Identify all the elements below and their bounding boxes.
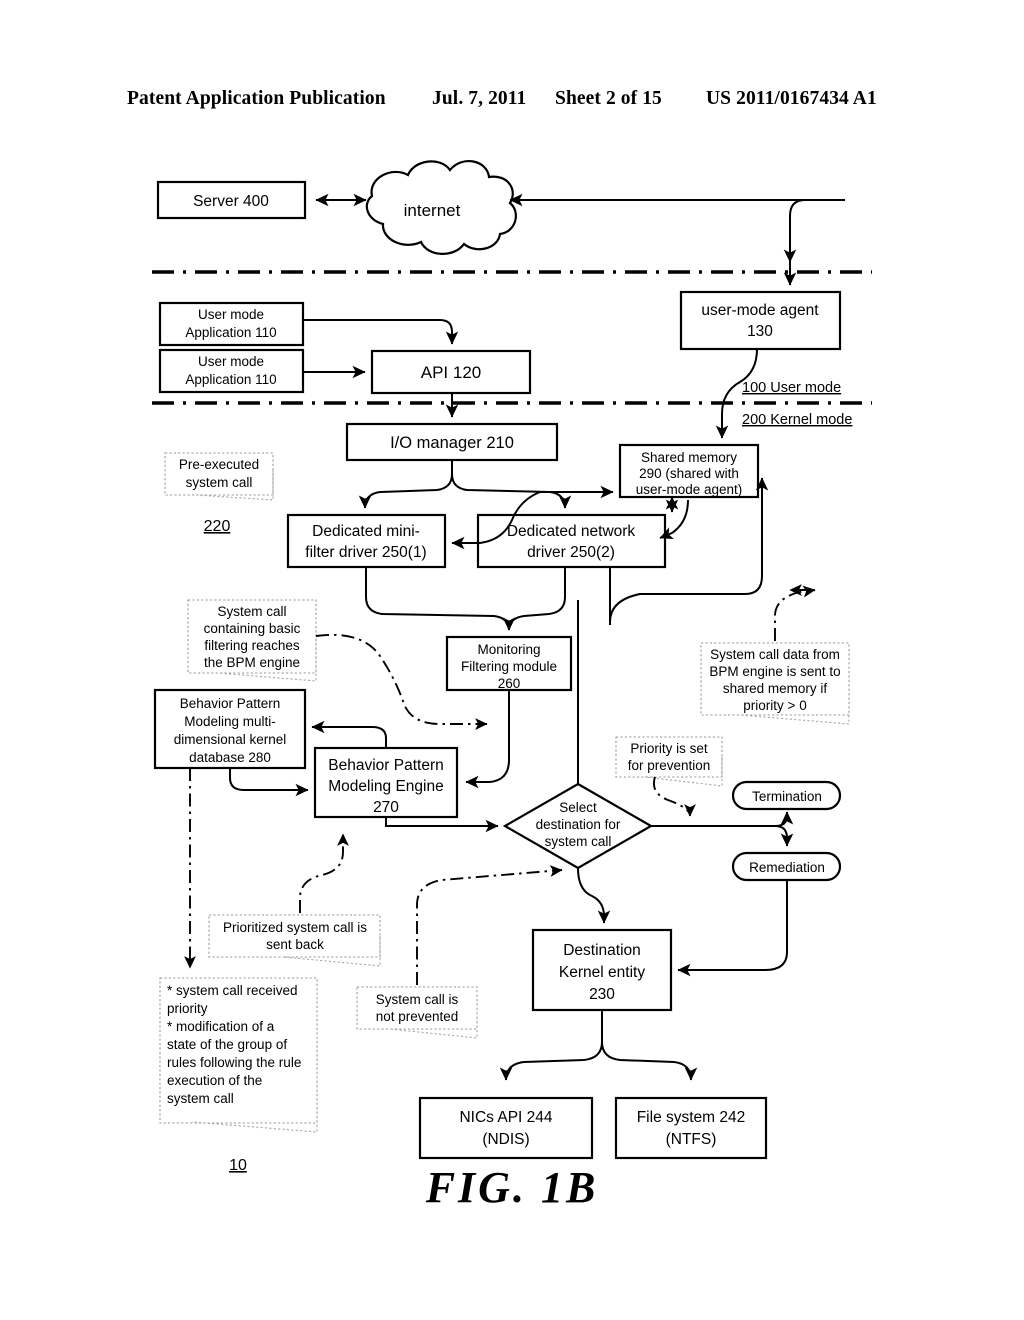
edge-destination-to-filesystem (601, 1010, 698, 1081)
node-nics-api-line1: NICs API 244 (459, 1109, 552, 1126)
annotation-received-priority-line6: execution of the (167, 1073, 262, 1088)
node-bpm-db-line3: dimensional kernel (174, 732, 287, 747)
node-remediation-label: Remediation (749, 860, 825, 875)
node-destination-line3: 230 (589, 986, 615, 1003)
node-nics-api-244[interactable] (418, 1096, 594, 1160)
annotation-basic-filtering-line1: System call (217, 604, 286, 619)
node-monitoring-line3: 260 (498, 676, 521, 691)
annotation-pre-executed-line1: Pre-executed (179, 457, 259, 472)
node-network-driver-line1: Dedicated network (507, 523, 636, 540)
node-api-120-label: API 120 (421, 363, 482, 382)
patent-figure-page: Patent Application Publication Jul. 7, 2… (0, 0, 1024, 1320)
annotation-received-priority-line3: * modification of a (167, 1019, 275, 1034)
edge-destination-to-nics (499, 1010, 603, 1081)
annotation-prioritized-line2: sent back (266, 937, 324, 952)
annotation-bpm-shared-line3: shared memory if (723, 681, 828, 696)
node-nics-api-line2: (NDIS) (482, 1131, 529, 1148)
node-shared-memory-290-line2: 290 (shared with (639, 466, 739, 481)
node-shared-memory-290-line3: user-mode agent) (636, 482, 743, 497)
edge-decision-to-destination (577, 867, 611, 924)
node-user-mode-agent-130[interactable] (679, 290, 842, 351)
annotation-pre-executed-ref: 220 (204, 518, 231, 535)
annotation-basic-filtering-line2: containing basic (204, 621, 301, 636)
annotation-priority-prevention-line1: Priority is set (630, 741, 708, 756)
node-user-mode-application-1-line1: User mode (198, 307, 264, 322)
annotation-priority-prevention-line2: for prevention (628, 758, 711, 773)
node-file-system-242[interactable] (614, 1096, 768, 1160)
edge-bpm-engine-to-decision (385, 817, 499, 833)
leader-bpm-shared-memory (774, 585, 816, 641)
edge-remediation-to-destination (677, 880, 788, 977)
node-user-mode-application-2-line2: Application 110 (185, 372, 276, 387)
node-mini-filter-driver-line1: Dedicated mini- (312, 523, 420, 540)
edge-monitoring-to-bpm-engine (465, 690, 510, 789)
edge-branch-to-termination (774, 811, 794, 827)
node-shared-memory-290-line1: Shared memory (641, 450, 737, 465)
edge-minifilter-to-monitoring (365, 567, 516, 631)
node-decision-line2: destination for (536, 817, 621, 832)
node-io-manager-210-label: I/O manager 210 (390, 434, 514, 452)
annotation-received-priority-line7: system call (167, 1091, 234, 1106)
edge-agent-to-internet (783, 199, 840, 263)
node-decision-line3: system call (545, 834, 612, 849)
flowchart-diagram: 100 User mode 200 Kernel mode Server 400… (152, 160, 872, 1174)
node-user-mode-agent-130-line1: user-mode agent (701, 302, 819, 319)
annotation-received-priority-line4: state of the group of (167, 1037, 287, 1052)
annotation-basic-filtering-line4: the BPM engine (204, 655, 300, 670)
node-destination-line2: Kernel entity (559, 964, 645, 981)
edge-io-to-minifilter (358, 460, 453, 509)
edge-database-to-bpm-engine (229, 768, 309, 797)
node-file-system-line1: File system 242 (637, 1109, 746, 1126)
annotation-not-prevented-line1: System call is (376, 992, 459, 1007)
node-user-mode-agent-130-line2: 130 (747, 323, 773, 340)
annotation-bpm-shared-line1: System call data from (710, 647, 840, 662)
node-decision-line1: Select (559, 800, 597, 815)
annotation-bpm-shared-line4: priority > 0 (743, 698, 806, 713)
label-user-mode: 100 User mode (742, 380, 841, 396)
node-server-400-label: Server 400 (193, 193, 269, 210)
annotation-received-priority-line5: rules following the rule (167, 1055, 301, 1070)
node-user-mode-application-2-line1: User mode (198, 354, 264, 369)
annotation-basic-filtering-line3: filtering reaches (204, 638, 300, 653)
edge-network-to-monitoring (502, 567, 566, 631)
node-destination-line1: Destination (563, 942, 641, 959)
edge-branch-to-remediation (774, 825, 794, 847)
node-internet-label: internet (404, 201, 461, 220)
annotation-received-priority-line2: priority (167, 1001, 208, 1016)
edge-bpm-engine-to-database (311, 720, 387, 748)
leader-priority-prevention (652, 776, 696, 817)
node-file-system-line2: (NTFS) (666, 1131, 717, 1148)
node-bpm-engine-line1: Behavior Pattern (328, 757, 443, 774)
node-monitoring-line2: Filtering module (461, 659, 557, 674)
node-termination-label: Termination (752, 789, 822, 804)
edge-io-to-network (451, 460, 572, 509)
label-kernel-mode: 200 Kernel mode (742, 412, 852, 428)
annotation-not-prevented-line2: not prevented (376, 1009, 459, 1024)
node-user-mode-application-1-line2: Application 110 (185, 325, 276, 340)
edge-app1-to-api (303, 319, 459, 345)
leader-prioritized-to-bpm-engine (299, 833, 349, 913)
annotation-pre-executed-line2: system call (186, 475, 253, 490)
node-bpm-db-line4: database 280 (189, 750, 271, 765)
node-bpm-engine-line3: 270 (373, 799, 399, 816)
annotation-received-priority-line1: * system call received (167, 983, 298, 998)
annotation-prioritized-line1: Prioritized system call is (223, 920, 367, 935)
node-mini-filter-driver-line2: filter driver 250(1) (305, 544, 426, 561)
node-bpm-db-line2: Modeling multi- (184, 714, 276, 729)
node-network-driver-line2: driver 250(2) (527, 544, 615, 561)
figure-caption: FIG. 1B (425, 1163, 599, 1212)
annotation-bpm-shared-line2: BPM engine is sent to (709, 664, 840, 679)
node-monitoring-line1: Monitoring (477, 642, 540, 657)
node-bpm-engine-line2: Modeling Engine (328, 778, 443, 795)
node-bpm-db-line1: Behavior Pattern (180, 696, 281, 711)
